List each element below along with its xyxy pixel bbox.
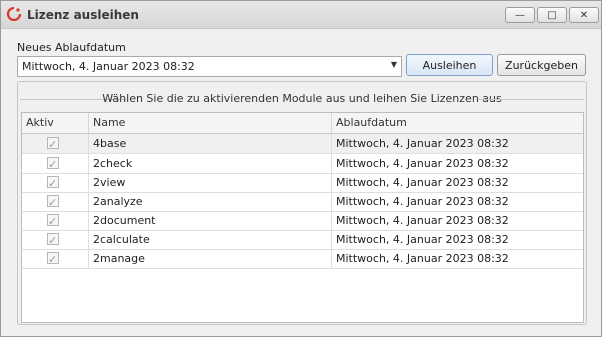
module-name: 2check (89, 154, 332, 173)
app-logo-icon (7, 7, 21, 21)
expiry-date-value: Mittwoch, 4. Januar 2023 08:32 (22, 60, 195, 73)
minimize-icon: — (515, 9, 525, 21)
column-header-name[interactable]: Name (89, 113, 332, 133)
module-name: 2document (89, 211, 332, 230)
modules-table: Aktiv Name Ablaufdatum 4base Mittwoch, 4… (21, 112, 584, 323)
active-cell (22, 154, 89, 174)
module-name: 4base (89, 134, 332, 153)
module-name: 2analyze (89, 192, 332, 211)
module-expiry: Mittwoch, 4. Januar 2023 08:32 (336, 195, 509, 208)
table-row[interactable]: 4base Mittwoch, 4. Januar 2023 08:32 (22, 134, 583, 154)
active-checkbox[interactable] (47, 174, 59, 193)
table-row[interactable]: 2analyze Mittwoch, 4. Januar 2023 08:32 (22, 192, 583, 212)
maximize-icon: □ (547, 9, 557, 21)
active-checkbox[interactable] (47, 193, 59, 212)
group-divider-right (478, 99, 584, 100)
maximize-button[interactable]: □ (537, 7, 567, 23)
module-expiry: Mittwoch, 4. Januar 2023 08:32 (336, 137, 509, 150)
group-header: Wählen Sie die zu aktivierenden Module a… (18, 91, 586, 107)
expiry-date-label: Neues Ablaufdatum (17, 41, 126, 54)
module-expiry: Mittwoch, 4. Januar 2023 08:32 (336, 233, 509, 246)
module-expiry: Mittwoch, 4. Januar 2023 08:32 (336, 176, 509, 189)
table-row[interactable]: 2view Mittwoch, 4. Januar 2023 08:32 (22, 173, 583, 193)
chevron-down-icon[interactable]: ▼ (391, 60, 397, 69)
active-cell (22, 192, 89, 212)
active-checkbox[interactable] (47, 250, 59, 269)
modules-group: Wählen Sie die zu aktivierenden Module a… (17, 81, 587, 325)
table-row[interactable]: 2check Mittwoch, 4. Januar 2023 08:32 (22, 154, 583, 174)
module-name: 2calculate (89, 230, 332, 249)
active-checkbox[interactable] (47, 212, 59, 231)
module-name: 2manage (89, 249, 332, 268)
column-header-active[interactable]: Aktiv (22, 113, 89, 133)
title-bar: Lizenz ausleihen — □ ✕ (1, 1, 601, 29)
table-header: Aktiv Name Ablaufdatum (22, 113, 583, 134)
lizenz-window: Lizenz ausleihen — □ ✕ Neues Ablaufdatum… (0, 0, 602, 337)
active-cell (22, 134, 89, 154)
active-checkbox[interactable] (47, 231, 59, 250)
active-checkbox[interactable] (47, 135, 59, 154)
module-expiry: Mittwoch, 4. Januar 2023 08:32 (336, 214, 509, 227)
expiry-date-combobox[interactable]: Mittwoch, 4. Januar 2023 08:32 ▼ (17, 56, 402, 77)
close-icon: ✕ (579, 9, 589, 21)
return-button[interactable]: Zurückgeben (497, 54, 586, 76)
active-cell (22, 211, 89, 231)
active-checkbox[interactable] (47, 155, 59, 174)
module-name: 2view (89, 173, 332, 192)
column-header-expiry[interactable]: Ablaufdatum (332, 113, 583, 133)
window-title: Lizenz ausleihen (27, 8, 139, 22)
table-row[interactable]: 2calculate Mittwoch, 4. Januar 2023 08:3… (22, 230, 583, 250)
minimize-button[interactable]: — (505, 7, 535, 23)
active-cell (22, 230, 89, 250)
active-cell (22, 249, 89, 269)
module-expiry: Mittwoch, 4. Januar 2023 08:32 (336, 157, 509, 170)
table-row[interactable]: 2document Mittwoch, 4. Januar 2023 08:32 (22, 211, 583, 231)
table-row[interactable]: 2manage Mittwoch, 4. Januar 2023 08:32 (22, 249, 583, 269)
lend-button[interactable]: Ausleihen (406, 54, 493, 76)
close-button[interactable]: ✕ (569, 7, 599, 23)
module-expiry: Mittwoch, 4. Januar 2023 08:32 (336, 252, 509, 265)
active-cell (22, 173, 89, 193)
